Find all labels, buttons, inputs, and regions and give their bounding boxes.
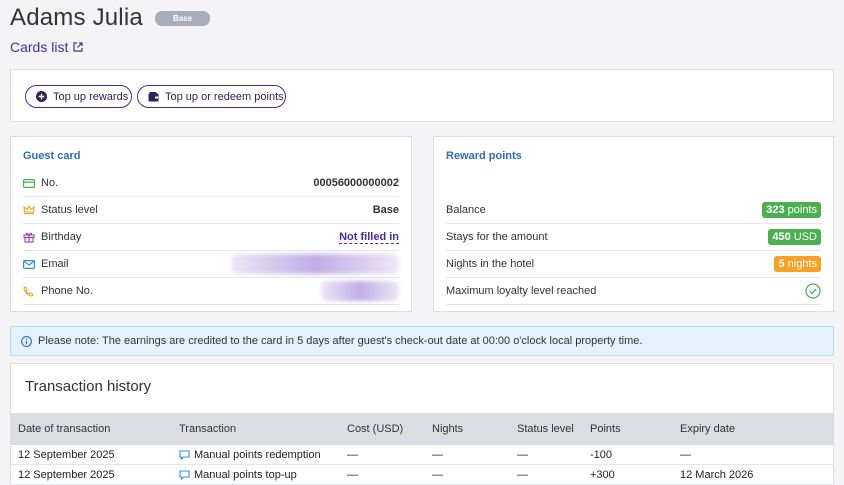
title-row: Adams Julia Base — [10, 4, 211, 32]
transaction-history-title: Transaction history — [25, 378, 152, 395]
nights-badge: 5 nights — [774, 256, 821, 272]
phone-redacted-value — [321, 281, 399, 301]
page-header: Adams Julia Base Cards list — [10, 4, 211, 55]
cards-list-link[interactable]: Cards list — [10, 39, 83, 55]
info-notice: Please note: The earnings are credited t… — [10, 326, 834, 356]
nights-label: Nights in the hotel — [446, 258, 535, 270]
email-label: Email — [41, 258, 69, 270]
row-points: +300 — [590, 468, 615, 481]
wallet-icon — [148, 91, 159, 101]
top-up-rewards-label: Top up rewards — [53, 90, 129, 103]
column-header-points[interactable]: Points — [590, 413, 621, 445]
nights-value: 5 — [778, 258, 785, 270]
guest-card-title: Guest card — [23, 150, 81, 162]
card-icon — [23, 178, 41, 188]
stays-value: 450 — [772, 231, 791, 243]
balance-unit: points — [787, 204, 817, 216]
balance-badge: 323 points — [762, 202, 821, 218]
crown-icon — [23, 205, 41, 215]
top-up-rewards-button[interactable]: Top up rewards — [25, 85, 132, 108]
row-transaction-label: Manual points top-up — [194, 468, 297, 481]
row-nights: — — [432, 468, 443, 481]
balance-label: Balance — [446, 204, 486, 216]
comment-icon[interactable] — [179, 449, 190, 460]
column-header-status-level[interactable]: Status level — [517, 413, 574, 445]
card-number-value: 00056000000002 — [313, 177, 399, 189]
row-date: 12 September 2025 — [18, 468, 115, 481]
row-status-level: — — [517, 448, 528, 461]
actions-panel: Top up rewards Top up or redeem points — [10, 69, 834, 122]
row-status-level: — — [517, 468, 528, 481]
birthday-row: Birthday Not filled in — [23, 224, 399, 251]
table-header: Date of transaction Transaction Cost (US… — [11, 413, 833, 445]
comment-icon[interactable] — [179, 469, 190, 480]
envelope-icon — [23, 259, 41, 269]
email-redacted-value — [231, 254, 399, 274]
phone-icon — [23, 285, 41, 297]
page-title: Adams Julia — [10, 4, 143, 31]
guest-card-panel: Guest card No. 00056000000002 Status lev… — [10, 136, 412, 312]
nights-row: Nights in the hotel 5 nights — [446, 251, 821, 278]
cards-list-label: Cards list — [10, 39, 69, 55]
gift-icon — [23, 231, 41, 243]
info-icon — [21, 335, 32, 347]
top-up-or-redeem-label: Top up or redeem points — [165, 90, 284, 103]
status-level-value: Base — [372, 204, 399, 216]
external-link-icon — [73, 42, 83, 52]
status-badge: Base — [154, 10, 211, 26]
birthday-fill-link[interactable]: Not filled in — [339, 231, 399, 244]
phone-row: Phone No. — [23, 278, 399, 305]
nights-unit: nights — [787, 258, 817, 270]
row-expiry: 12 March 2026 — [680, 468, 754, 481]
transaction-table: Date of transaction Transaction Cost (US… — [11, 413, 833, 485]
card-number-label: No. — [41, 177, 59, 189]
row-cost: — — [347, 468, 358, 481]
row-expiry: — — [680, 448, 691, 461]
column-header-date[interactable]: Date of transaction — [18, 413, 110, 445]
reward-points-panel: Reward points Balance 323 points Stays f… — [433, 136, 834, 312]
phone-label: Phone No. — [41, 285, 93, 297]
balance-value: 323 — [766, 204, 785, 216]
row-transaction-label: Manual points redemption — [194, 448, 321, 461]
column-header-cost[interactable]: Cost (USD) — [347, 413, 403, 445]
email-row: Email — [23, 251, 399, 278]
stays-row: Stays for the amount 450 USD — [446, 224, 821, 251]
row-points: -100 — [590, 448, 613, 461]
balance-row: Balance 323 points — [446, 197, 821, 224]
birthday-label: Birthday — [41, 231, 82, 243]
status-level-row: Status level Base — [23, 197, 399, 224]
transaction-history-panel: Transaction history Date of transaction … — [10, 363, 834, 485]
stays-unit: USD — [793, 231, 817, 243]
row-transaction: Manual points top-up — [179, 465, 297, 484]
plus-circle-icon — [36, 91, 47, 102]
column-header-expiry[interactable]: Expiry date — [680, 413, 735, 445]
stays-badge: 450 USD — [768, 229, 821, 245]
max-level-row: Maximum loyalty level reached — [446, 278, 821, 305]
table-row: 12 September 2025 Manual points top-up —… — [11, 465, 833, 485]
stays-label: Stays for the amount — [446, 231, 548, 243]
card-number-row: No. 00056000000002 — [23, 170, 399, 197]
info-notice-text: Please note: The earnings are credited t… — [38, 335, 643, 347]
row-date: 12 September 2025 — [18, 448, 115, 461]
column-header-transaction[interactable]: Transaction — [179, 413, 236, 445]
top-up-or-redeem-button[interactable]: Top up or redeem points — [137, 85, 286, 108]
status-level-label: Status level — [41, 204, 98, 216]
row-transaction: Manual points redemption — [179, 445, 321, 464]
row-cost: — — [347, 448, 358, 461]
column-header-nights[interactable]: Nights — [432, 413, 463, 445]
max-level-label: Maximum loyalty level reached — [446, 285, 597, 297]
row-nights: — — [432, 448, 443, 461]
reward-points-title: Reward points — [446, 150, 522, 162]
check-circle-icon — [805, 283, 821, 299]
table-row: 12 September 2025 Manual points redempti… — [11, 445, 833, 465]
